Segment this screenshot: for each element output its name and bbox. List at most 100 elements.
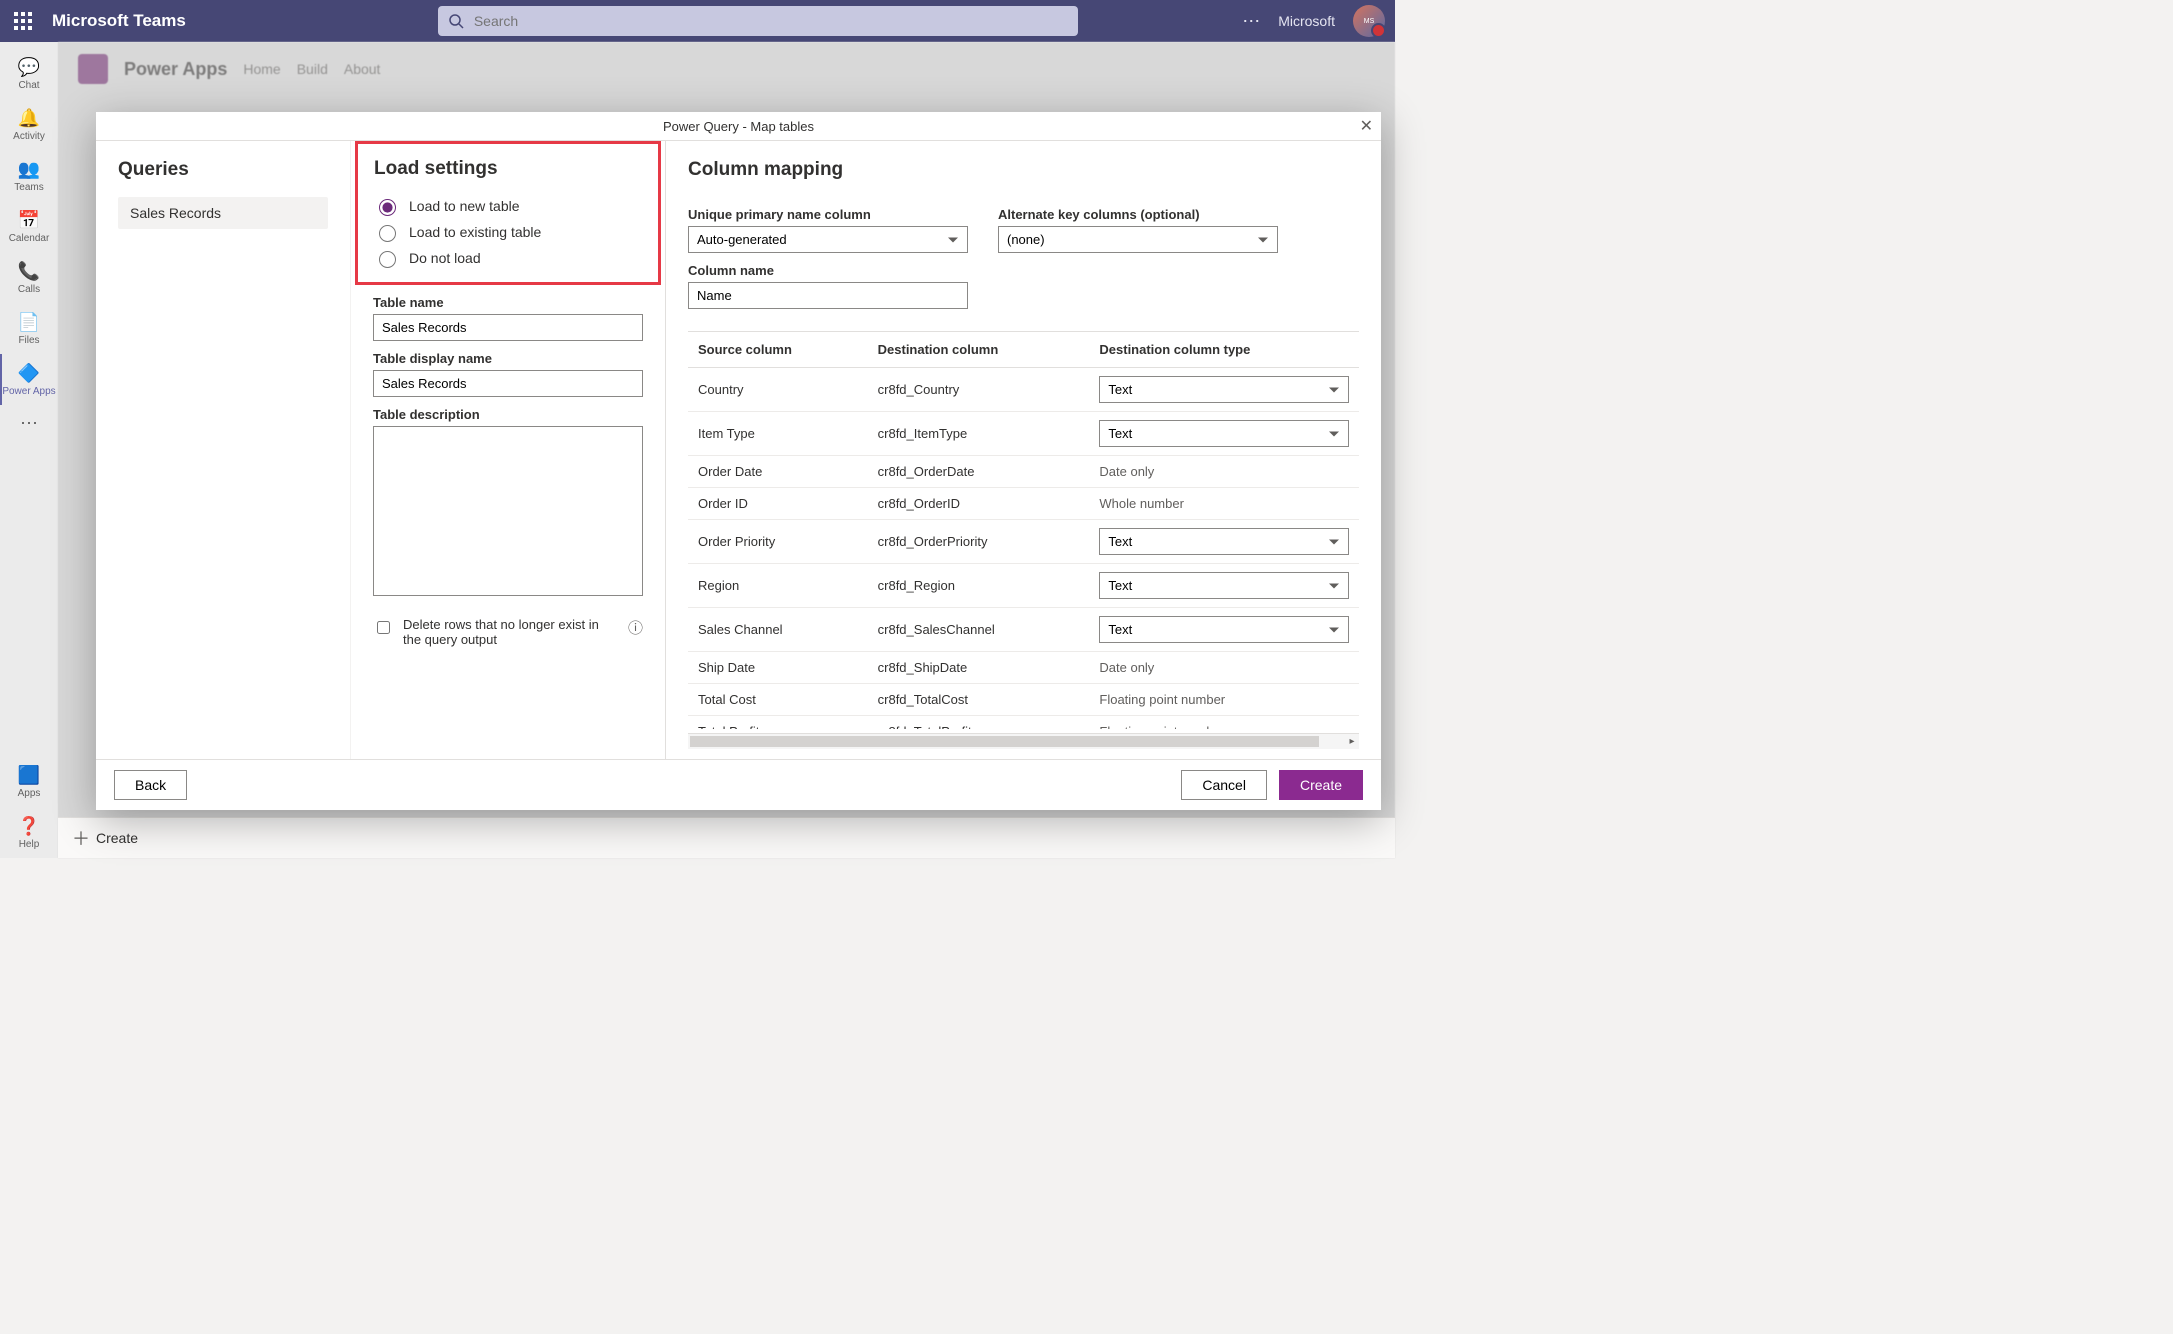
- table-row: Order IDcr8fd_OrderIDWhole number: [688, 488, 1359, 520]
- cell-source: Order ID: [688, 488, 868, 520]
- back-button[interactable]: Back: [114, 770, 187, 800]
- th-source: Source column: [688, 332, 868, 368]
- dialog-title: Power Query - Map tables: [663, 119, 814, 134]
- search-input[interactable]: [464, 12, 1068, 30]
- load-settings-title: Load settings: [374, 158, 642, 180]
- column-mapping-panel: Column mapping Unique primary name colum…: [666, 141, 1381, 759]
- type-select[interactable]: Text: [1099, 420, 1349, 447]
- table-row: Total Costcr8fd_TotalCostFloating point …: [688, 684, 1359, 716]
- cell-destination: cr8fd_Country: [868, 368, 1090, 412]
- table-name-input[interactable]: [373, 314, 643, 341]
- type-select[interactable]: Text: [1099, 528, 1349, 555]
- table-desc-label: Table description: [373, 407, 643, 422]
- type-select[interactable]: Text: [1099, 616, 1349, 643]
- cell-source: Sales Channel: [688, 608, 868, 652]
- cell-source: Total Profit: [688, 716, 868, 730]
- teams-icon: 👥: [18, 158, 40, 180]
- rail-calendar[interactable]: 📅Calendar: [2, 201, 55, 252]
- search-icon: [448, 13, 464, 29]
- col-name-input[interactable]: [688, 282, 968, 309]
- th-type: Destination column type: [1089, 332, 1359, 368]
- query-item[interactable]: Sales Records: [118, 197, 328, 229]
- rail-label: Calls: [18, 284, 40, 295]
- title-bar: Microsoft Teams ⋯ Microsoft MS: [0, 0, 1395, 42]
- altkey-select[interactable]: (none): [998, 226, 1278, 253]
- type-select[interactable]: Text: [1099, 572, 1349, 599]
- rail-help[interactable]: ❓ Help: [18, 807, 41, 858]
- radio-load-existing[interactable]: Load to existing table: [374, 222, 642, 242]
- more-rail-icon[interactable]: ⋯: [20, 405, 38, 442]
- load-settings-highlight: Load settings Load to new table Load to …: [355, 141, 661, 285]
- cell-type: Date only: [1089, 456, 1359, 488]
- cell-source: Order Date: [688, 456, 868, 488]
- more-icon[interactable]: ⋯: [1242, 11, 1260, 32]
- table-row: Countrycr8fd_Country Text: [688, 368, 1359, 412]
- cancel-button[interactable]: Cancel: [1181, 770, 1267, 800]
- rail-apps[interactable]: 🟦Apps: [18, 756, 41, 807]
- cell-destination: cr8fd_ShipDate: [868, 652, 1090, 684]
- unique-col-select[interactable]: Auto-generated: [688, 226, 968, 253]
- rail-chat[interactable]: 💬Chat: [2, 48, 55, 99]
- rail-label: Activity: [13, 131, 45, 142]
- mapping-table-scroll[interactable]: Source column Destination column Destina…: [688, 331, 1359, 729]
- horizontal-scrollbar[interactable]: ◂▸: [688, 733, 1359, 749]
- cell-destination: cr8fd_SalesChannel: [868, 608, 1090, 652]
- table-desc-input[interactable]: [373, 426, 643, 596]
- cell-destination: cr8fd_ItemType: [868, 412, 1090, 456]
- delete-rows-label: Delete rows that no longer exist in the …: [403, 617, 614, 647]
- dialog-header: Power Query - Map tables ✕: [96, 112, 1381, 141]
- cell-type: Date only: [1089, 652, 1359, 684]
- table-row: Regioncr8fd_Region Text: [688, 564, 1359, 608]
- close-icon[interactable]: ✕: [1360, 116, 1373, 136]
- rail-label: Power Apps: [2, 386, 55, 397]
- calls-icon: 📞: [18, 260, 40, 282]
- plus-icon[interactable]: ＋: [72, 825, 90, 851]
- rail-label: Apps: [18, 788, 41, 799]
- powerapps-icon: 🔷: [18, 362, 40, 384]
- help-icon: ❓: [18, 815, 40, 837]
- rail-label: Files: [18, 335, 39, 346]
- cell-type: Text: [1089, 520, 1359, 564]
- cell-source: Region: [688, 564, 868, 608]
- cell-type: Floating point number: [1089, 684, 1359, 716]
- rail-label: Teams: [14, 182, 43, 193]
- delete-rows-checkbox[interactable]: [377, 619, 390, 636]
- bell-icon: 🔔: [18, 107, 40, 129]
- cell-type: Text: [1089, 608, 1359, 652]
- th-dest: Destination column: [868, 332, 1090, 368]
- app-launcher-icon[interactable]: [14, 12, 32, 30]
- search-bar[interactable]: [438, 6, 1078, 36]
- table-row: Ship Datecr8fd_ShipDateDate only: [688, 652, 1359, 684]
- col-name-label: Column name: [688, 263, 968, 278]
- rail-powerapps[interactable]: 🔷 Power Apps: [0, 354, 55, 405]
- cell-type: Whole number: [1089, 488, 1359, 520]
- column-mapping-title: Column mapping: [688, 159, 1359, 181]
- cell-type: Text: [1089, 412, 1359, 456]
- cell-destination: cr8fd_Region: [868, 564, 1090, 608]
- rail-calls[interactable]: 📞 Calls: [2, 252, 55, 303]
- cell-destination: cr8fd_OrderDate: [868, 456, 1090, 488]
- cell-source: Country: [688, 368, 868, 412]
- load-settings-panel: Load settings Load to new table Load to …: [350, 141, 666, 759]
- files-icon: 📄: [18, 311, 40, 333]
- rail-bell[interactable]: 🔔 Activity: [2, 99, 55, 150]
- radio-do-not-load[interactable]: Do not load: [374, 248, 642, 268]
- app-title: Microsoft Teams: [52, 11, 186, 31]
- table-row: Item Typecr8fd_ItemTypeText: [688, 412, 1359, 456]
- info-icon[interactable]: ⓘ: [628, 617, 643, 638]
- calendar-icon: 📅: [18, 209, 40, 231]
- table-row: Total Profitcr8fd_TotalProfitFloating po…: [688, 716, 1359, 730]
- dialog-footer: Back Cancel Create: [96, 759, 1381, 810]
- radio-load-new[interactable]: Load to new table: [374, 196, 642, 216]
- table-row: Order Datecr8fd_OrderDateDate only: [688, 456, 1359, 488]
- create-button[interactable]: Create: [1279, 770, 1363, 800]
- table-display-input[interactable]: [373, 370, 643, 397]
- queries-panel: Queries Sales Records: [96, 141, 350, 759]
- type-select[interactable]: Text: [1099, 376, 1349, 403]
- cell-destination: cr8fd_TotalProfit: [868, 716, 1090, 730]
- avatar[interactable]: MS: [1353, 5, 1385, 37]
- rail-teams[interactable]: 👥 Teams: [2, 150, 55, 201]
- rail-files[interactable]: 📄 Files: [2, 303, 55, 354]
- rail-label: Help: [19, 839, 40, 850]
- bottom-create-label[interactable]: Create: [96, 830, 138, 846]
